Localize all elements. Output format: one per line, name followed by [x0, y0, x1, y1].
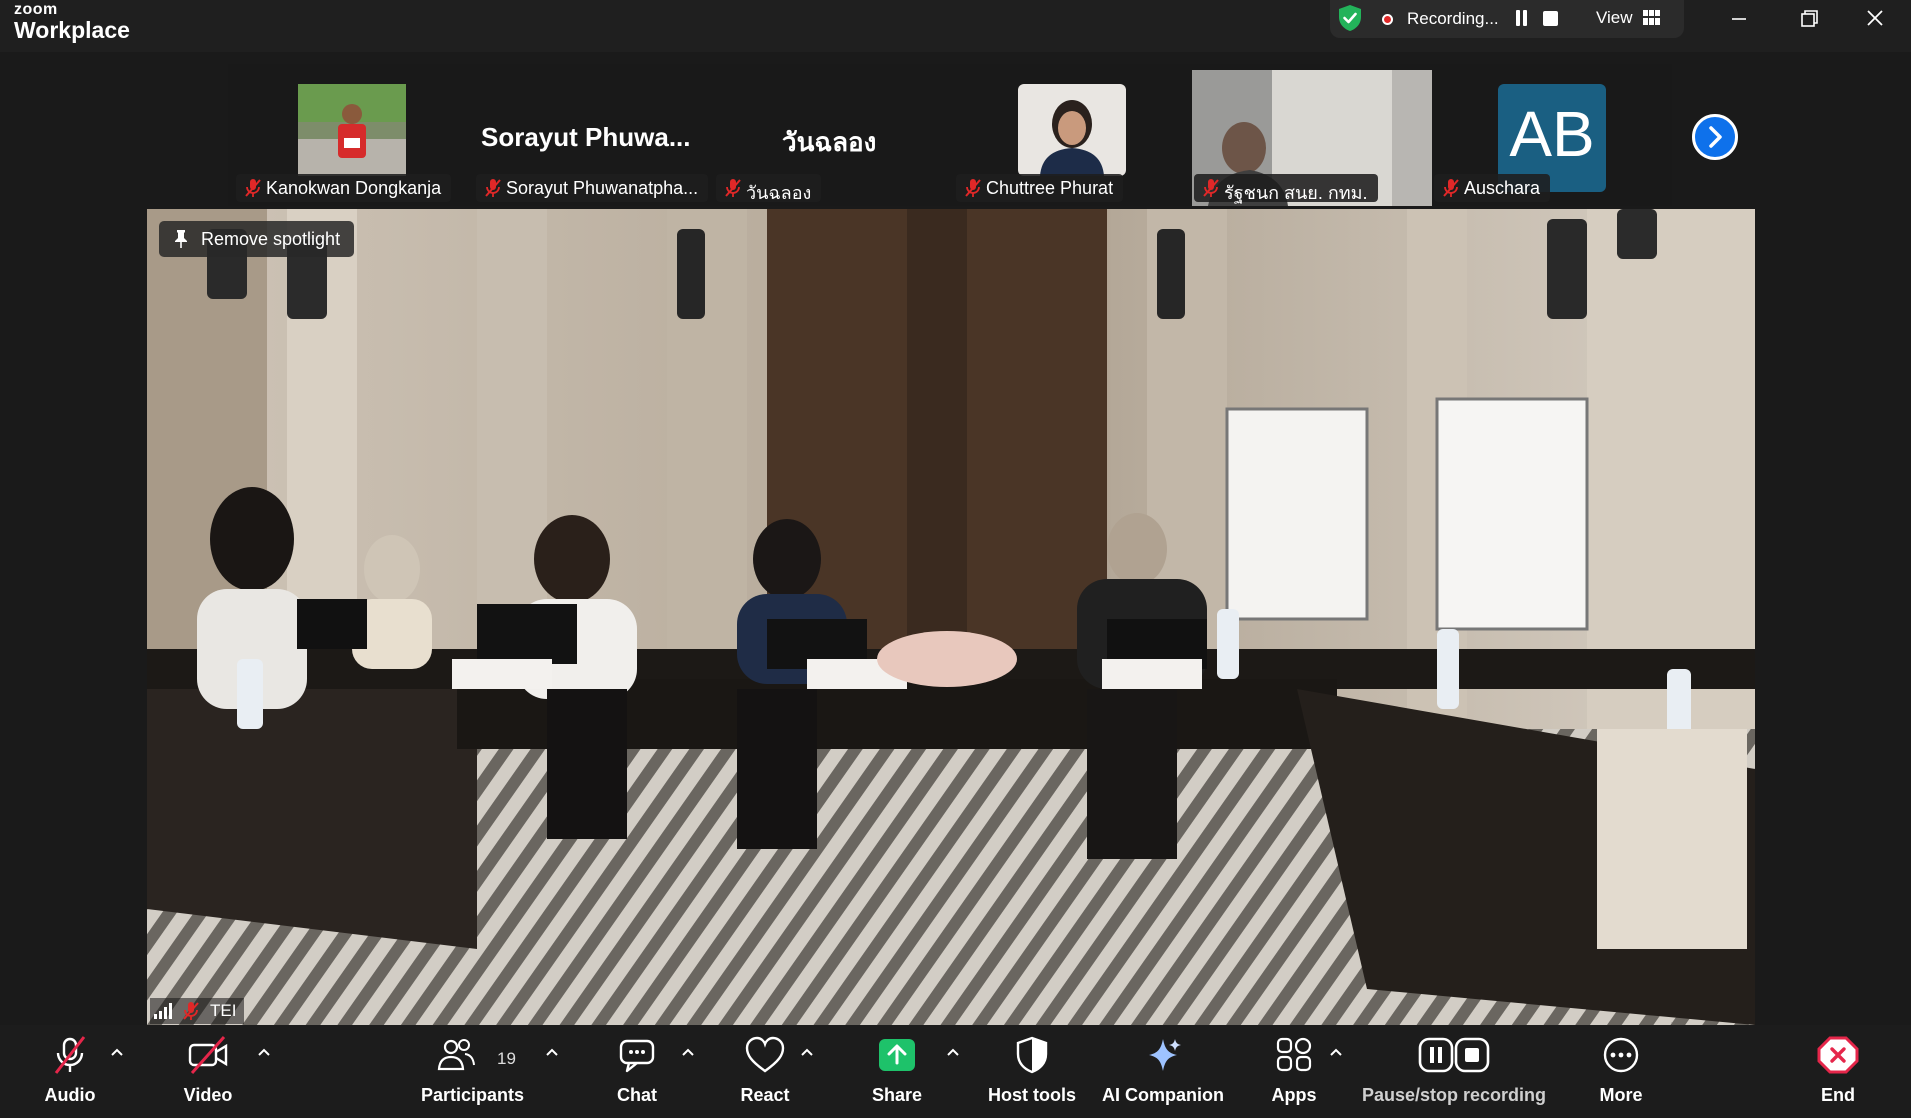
active-speaker-name: TEI [210, 1001, 237, 1020]
active-speaker-tag: TEI [150, 998, 245, 1024]
camera-off-icon [188, 1036, 228, 1074]
apps-options-caret-icon[interactable] [1329, 1047, 1343, 1057]
grid-view-icon[interactable] [1643, 10, 1660, 25]
apps-button[interactable]: Apps [1254, 1025, 1334, 1118]
participants-button[interactable]: 19 Participants [415, 1025, 530, 1118]
share-screen-icon [879, 1039, 915, 1071]
participant-name-tag: Chuttree Phurat [956, 174, 1124, 202]
chat-options-caret-icon[interactable] [681, 1047, 695, 1057]
stop-recording-icon[interactable] [1543, 11, 1558, 26]
connection-signal-icon [154, 1003, 172, 1019]
react-options-caret-icon[interactable] [800, 1047, 814, 1057]
pause-stop-recording-button[interactable]: Pause/stop recording [1362, 1025, 1546, 1118]
end-label: End [1821, 1085, 1855, 1105]
pause-stop-recording-label: Pause/stop recording [1362, 1085, 1547, 1105]
participant-name: Sorayut Phuwanatpha... [506, 178, 699, 198]
share-button[interactable]: Share [857, 1025, 937, 1118]
view-button[interactable]: View [1596, 8, 1633, 28]
pin-icon [175, 230, 187, 248]
host-tools-label: Host tools [988, 1085, 1076, 1105]
chat-icon [619, 1039, 655, 1073]
react-button[interactable]: React [725, 1025, 805, 1118]
more-icon [1603, 1037, 1639, 1073]
end-meeting-button[interactable]: End [1798, 1025, 1878, 1118]
share-label: Share [871, 1085, 923, 1105]
participant-name-tag: Auschara [1434, 174, 1551, 202]
mic-muted-icon [1203, 179, 1219, 197]
chat-label: Chat [617, 1085, 657, 1105]
ai-companion-label: AI Companion [1102, 1085, 1224, 1105]
microphone-muted-icon [54, 1036, 86, 1074]
pause-recording-icon[interactable] [1515, 10, 1529, 26]
participant-name: รัฐชนก สนย. กทม. [1224, 183, 1368, 203]
participant-name-tag: รัฐชนก สนย. กทม. [1194, 174, 1378, 203]
mic-muted-icon [725, 179, 741, 197]
participants-options-caret-icon[interactable] [545, 1047, 559, 1057]
participant-name: วันฉลอง [746, 183, 812, 203]
ai-companion-button[interactable]: AI Companion [1100, 1025, 1226, 1118]
minimize-icon[interactable] [1722, 4, 1756, 34]
shield-icon [1016, 1036, 1048, 1074]
participant-name-tag: Sorayut Phuwanatpha... [476, 174, 709, 202]
video-button[interactable]: Video [168, 1025, 248, 1118]
brand-small: zoom [14, 1, 58, 18]
encryption-shield-icon[interactable] [1338, 4, 1362, 32]
react-label: React [740, 1085, 790, 1105]
recording-label: Recording... [1407, 9, 1499, 28]
participant-name: Auschara [1464, 178, 1541, 198]
remove-spotlight-label: Remove spotlight [201, 229, 341, 249]
mic-muted-icon [245, 179, 261, 197]
participants-icon [438, 1039, 476, 1071]
host-tools-button[interactable]: Host tools [977, 1025, 1087, 1118]
participant-video-kanokwan[interactable] [298, 84, 406, 176]
sparkle-icon [1149, 1039, 1181, 1071]
participant-display-name[interactable]: Sorayut Phuwa... [481, 122, 691, 153]
more-label: More [1599, 1085, 1643, 1105]
close-window-icon[interactable] [1858, 4, 1892, 34]
audio-button[interactable]: Audio [30, 1025, 110, 1118]
participant-name: Chuttree Phurat [986, 178, 1114, 198]
audio-label: Audio [44, 1085, 96, 1105]
participant-video-chuttree[interactable] [1018, 84, 1126, 176]
participants-label: Participants [420, 1085, 525, 1105]
spotlight-video[interactable] [147, 209, 1755, 1025]
mic-muted-icon [965, 179, 981, 197]
participant-count: 19 [497, 1049, 516, 1068]
apps-icon [1276, 1037, 1312, 1072]
audio-options-caret-icon[interactable] [110, 1047, 124, 1057]
remove-spotlight-button[interactable]: Remove spotlight [159, 221, 355, 257]
more-button[interactable]: More [1581, 1025, 1661, 1118]
chat-button[interactable]: Chat [597, 1025, 677, 1118]
mic-muted-icon [485, 179, 501, 197]
app-logo: zoom Workplace [14, 2, 130, 42]
participant-name-tag: Kanokwan Dongkanja [236, 174, 452, 202]
end-icon [1817, 1036, 1859, 1074]
brand-big: Workplace [14, 17, 130, 43]
pause-stop-recording-icon [1418, 1037, 1490, 1073]
video-label: Video [183, 1085, 233, 1105]
restore-window-icon[interactable] [1792, 4, 1826, 34]
heart-icon [745, 1036, 785, 1073]
participant-name: Kanokwan Dongkanja [266, 178, 442, 198]
mic-muted-icon [1443, 179, 1459, 197]
meeting-toolbar: Audio Video 19 Participants Chat React S… [0, 1025, 1911, 1118]
participant-display-name[interactable]: วันฉลอง [782, 122, 876, 163]
participant-name-tag: วันฉลอง [716, 174, 822, 203]
next-page-chevron-icon[interactable] [1692, 114, 1738, 160]
apps-label: Apps [1271, 1085, 1317, 1105]
share-options-caret-icon[interactable] [946, 1047, 960, 1057]
video-options-caret-icon[interactable] [257, 1047, 271, 1057]
recording-dot-icon [1382, 14, 1393, 25]
mic-muted-icon [183, 1002, 199, 1020]
